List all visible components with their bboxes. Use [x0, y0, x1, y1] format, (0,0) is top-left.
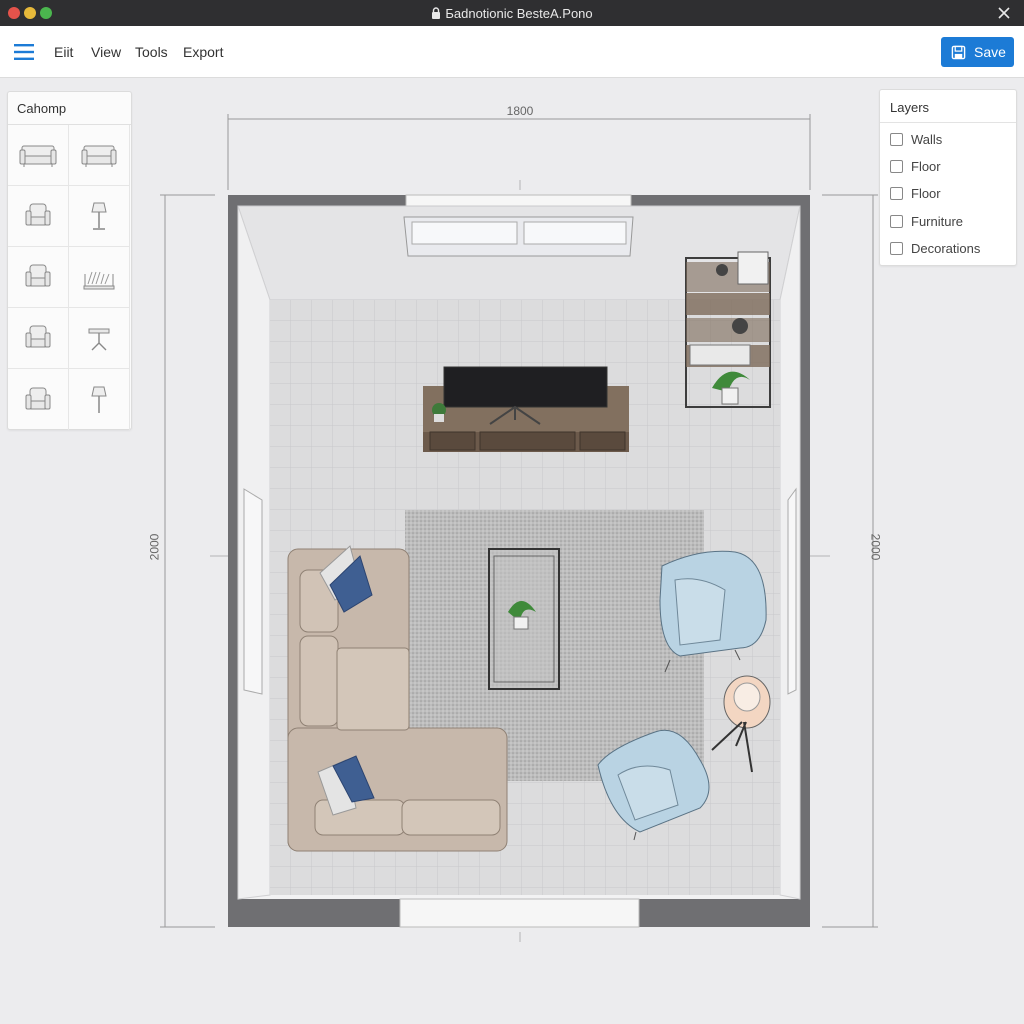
- menu-item-view[interactable]: View: [91, 44, 121, 60]
- armchair-icon: [25, 325, 51, 348]
- layer-checkbox[interactable]: [890, 159, 903, 173]
- layer-checkbox[interactable]: [890, 132, 903, 146]
- layer-label: Floor: [911, 185, 941, 201]
- furniture-catalog-panel: Cahomp: [7, 91, 132, 430]
- catalog-title: Cahomp: [17, 101, 67, 116]
- menu-item-edit[interactable]: Eiit: [54, 44, 73, 60]
- save-button[interactable]: Save: [941, 37, 1014, 67]
- window-title-text: Бadnotionic BesteA.Pono: [445, 6, 593, 21]
- layer-walls[interactable]: Walls: [890, 130, 942, 148]
- catalog-item-floor-lamp-2[interactable]: [69, 369, 130, 430]
- layer-furniture[interactable]: Furniture: [890, 212, 963, 230]
- menu-item-tools[interactable]: Tools: [135, 44, 168, 60]
- close-icon[interactable]: [994, 3, 1014, 23]
- tv-stand[interactable]: [423, 366, 629, 452]
- layer-decorations[interactable]: Decorations: [890, 239, 980, 257]
- layer-floor-2[interactable]: Floor: [890, 184, 941, 202]
- catalog-item-bookshelf[interactable]: [69, 247, 130, 308]
- sofa-icon: [19, 145, 57, 167]
- bookshelf-icon: [83, 271, 115, 290]
- layers-title: Layers: [890, 100, 930, 115]
- catalog-item-floor-lamp[interactable]: [69, 186, 130, 247]
- side-window-left[interactable]: [243, 488, 263, 695]
- menu-item-export[interactable]: Export: [183, 44, 223, 60]
- catalog-item-armchair-4[interactable]: [8, 369, 69, 430]
- hamburger-menu-icon[interactable]: [12, 42, 36, 62]
- save-button-label: Save: [974, 44, 1006, 60]
- catalog-grid: [8, 124, 131, 430]
- dimension-width-label: 1800: [506, 104, 534, 118]
- dimension-height-label-left: 2000: [147, 533, 162, 561]
- catalog-item-loveseat[interactable]: [69, 125, 130, 186]
- layer-label: Furniture: [911, 213, 964, 229]
- layer-checkbox[interactable]: [890, 186, 903, 200]
- layer-checkbox[interactable]: [890, 214, 903, 228]
- save-icon: [951, 45, 966, 59]
- armchair-icon: [25, 203, 51, 226]
- layer-checkbox[interactable]: [890, 241, 903, 255]
- side-window-right[interactable]: [787, 487, 797, 695]
- menu-bar: Eiit View Tools Export Save: [0, 26, 1024, 78]
- armchair-icon: [25, 264, 51, 287]
- layer-floor[interactable]: Floor: [890, 157, 941, 175]
- catalog-item-armchair[interactable]: [8, 186, 69, 247]
- catalog-item-armchair-2[interactable]: [8, 247, 69, 308]
- coffee-table[interactable]: [488, 548, 560, 690]
- catalog-item-sofa[interactable]: [8, 125, 69, 186]
- floor-lamp-icon: [91, 386, 107, 413]
- window[interactable]: [403, 216, 634, 257]
- layers-panel: Layers Walls Floor Floor Furniture Decor…: [879, 89, 1017, 266]
- floor-plan-canvas[interactable]: [150, 100, 890, 1020]
- loveseat-icon: [81, 145, 117, 167]
- catalog-item-armchair-3[interactable]: [8, 308, 69, 369]
- side-table-icon: [88, 328, 110, 351]
- armchair-icon: [25, 387, 51, 409]
- layer-label: Floor: [911, 158, 941, 174]
- layer-label: Walls: [911, 131, 943, 147]
- dimension-height-label-right: 2000: [868, 533, 883, 561]
- layers-divider: [880, 122, 1016, 123]
- title-bar: Бadnotionic BesteA.Pono: [0, 0, 1024, 26]
- catalog-item-side-table[interactable]: [69, 308, 130, 369]
- floor-lamp-icon: [91, 202, 107, 230]
- layer-label: Decorations: [911, 240, 981, 256]
- window-title: Бadnotionic BesteA.Pono: [0, 6, 1024, 21]
- lock-icon: [432, 7, 441, 19]
